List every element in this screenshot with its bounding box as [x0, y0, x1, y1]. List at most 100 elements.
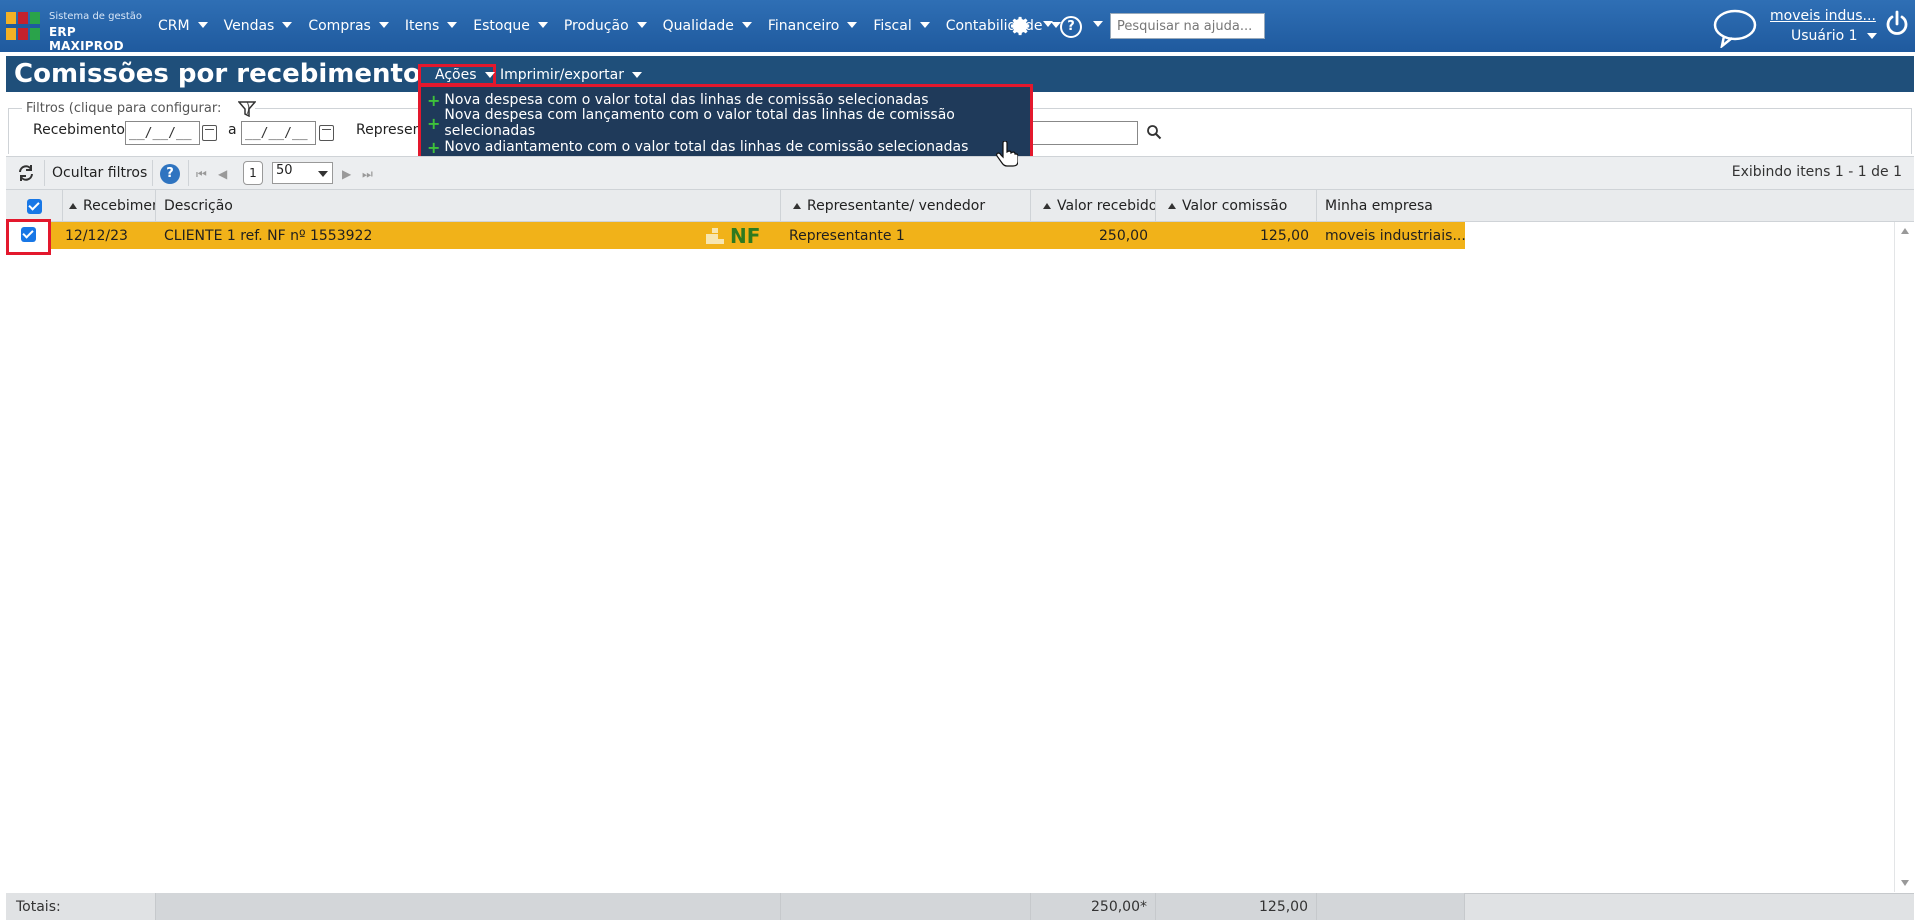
col-label: Representante/ vendedor	[807, 198, 986, 214]
top-navigation: Sistema de gestão ERP MAXIPROD CRM Venda…	[0, 0, 1915, 53]
menu-label: Fiscal	[873, 18, 912, 34]
chevron-down-icon[interactable]	[1093, 21, 1103, 27]
scroll-down-icon[interactable]	[1901, 880, 1909, 886]
col-valor-recebido[interactable]: Valor recebido	[1031, 190, 1156, 222]
acoes-button[interactable]: Ações	[418, 64, 496, 86]
menu-crm[interactable]: CRM	[158, 18, 208, 34]
company-link[interactable]: moveis indus...	[1770, 8, 1876, 24]
per-page-select[interactable]: 50	[272, 162, 333, 184]
totals-empty	[1317, 893, 1465, 920]
representante-filter-input[interactable]	[1030, 121, 1138, 145]
current-page-input[interactable]: 1	[243, 161, 263, 185]
chevron-down-icon[interactable]	[1043, 21, 1053, 27]
acoes-label: Ações	[435, 67, 477, 83]
user-menu[interactable]: Usuário 1	[1791, 28, 1877, 44]
menu-item-label: Novo adiantamento com o valor total das …	[444, 139, 969, 155]
acoes-dropdown-menu: + Nova despesa com o valor total das lin…	[418, 84, 1033, 166]
col-representante[interactable]: Representante/ vendedor	[781, 190, 1031, 222]
chevron-down-icon	[484, 72, 495, 78]
prev-page-icon[interactable]: ◀	[218, 167, 227, 181]
logo-mark-icon	[6, 12, 40, 40]
sort-up-icon	[1043, 203, 1051, 209]
cell-valor-comissao: 125,00	[1260, 227, 1309, 244]
menu-qualidade[interactable]: Qualidade	[663, 18, 752, 34]
menu-item-label: Nova despesa com lançamento com o valor …	[444, 107, 955, 139]
menu-vendas[interactable]: Vendas	[224, 18, 293, 34]
refresh-icon[interactable]	[16, 163, 36, 183]
cell-recebimento: 12/12/23	[65, 227, 128, 244]
menu-label: Estoque	[473, 18, 530, 34]
plus-icon: +	[427, 113, 441, 133]
vertical-scrollbar[interactable]	[1894, 222, 1914, 892]
row-checkbox[interactable]	[21, 227, 36, 242]
col-minha-empresa[interactable]: Minha empresa	[1317, 190, 1914, 222]
chevron-down-icon	[197, 22, 208, 28]
menu-financeiro[interactable]: Financeiro	[767, 18, 858, 34]
sort-up-icon	[69, 203, 77, 209]
menu-producao[interactable]: Produção	[564, 18, 647, 34]
menu-label: Vendas	[223, 18, 275, 34]
grid-help-icon[interactable]: ?	[160, 164, 180, 184]
boxes-icon[interactable]	[706, 228, 724, 244]
totals-valor-comissao: 125,00	[1156, 893, 1317, 920]
menu-label: Compras	[308, 18, 371, 34]
menu-fiscal[interactable]: Fiscal	[873, 18, 930, 34]
cell-descricao: CLIENTE 1 ref. NF nº 1553922	[164, 227, 373, 244]
chevron-down-icon	[1866, 33, 1877, 39]
nf-badge[interactable]: NF	[730, 224, 760, 248]
menu-estoque[interactable]: Estoque	[473, 18, 548, 34]
calendar-icon[interactable]	[202, 125, 217, 141]
col-recebimento[interactable]: Recebimen	[63, 190, 156, 222]
help-search-input[interactable]	[1110, 13, 1265, 39]
last-page-icon[interactable]: ⏭	[362, 167, 373, 182]
col-label: Descrição	[164, 198, 233, 214]
menu-item-novo-adiantamento[interactable]: + Novo adiantamento com o valor total da…	[427, 136, 968, 158]
chevron-down-icon	[631, 72, 642, 78]
scroll-up-icon[interactable]	[1901, 228, 1909, 234]
gear-icon[interactable]	[1010, 15, 1032, 37]
calendar-icon[interactable]	[319, 125, 334, 141]
cell-representante: Representante 1	[789, 227, 905, 244]
chevron-down-icon	[847, 22, 858, 28]
filters-legend[interactable]: Filtros (clique para configurar: )	[22, 101, 255, 116]
erp-logo[interactable]: Sistema de gestão ERP MAXIPROD	[6, 8, 146, 53]
col-descricao[interactable]: Descrição	[156, 190, 781, 222]
logo-title: ERP MAXIPROD	[49, 25, 124, 53]
items-count-text: Exibindo itens 1 - 1 de 1	[1731, 164, 1902, 180]
totals-label: Totais:	[6, 893, 156, 920]
help-icon[interactable]: ?	[1060, 16, 1082, 38]
cell-minha-empresa: moveis industriais...	[1325, 227, 1465, 244]
next-page-icon[interactable]: ▶	[342, 167, 351, 181]
chevron-down-icon	[919, 22, 930, 28]
col-label: Recebimen	[83, 198, 156, 214]
power-icon[interactable]	[1884, 10, 1910, 38]
plus-icon: +	[427, 137, 441, 157]
menu-label: Produção	[563, 18, 629, 34]
first-page-icon[interactable]: ⏮	[196, 167, 207, 182]
menu-compras[interactable]: Compras	[308, 18, 389, 34]
select-all-checkbox[interactable]	[26, 198, 42, 214]
recebimento-label: Recebimento	[33, 122, 125, 138]
search-icon[interactable]	[1146, 124, 1162, 140]
hand-cursor-icon	[996, 141, 1018, 167]
chat-icon[interactable]	[1712, 8, 1758, 48]
menu-label: Financeiro	[767, 18, 840, 34]
date-to-input[interactable]	[241, 121, 316, 145]
menu-label: CRM	[158, 18, 190, 34]
menu-item-nova-despesa-lancamento[interactable]: + Nova despesa com lançamento com o valo…	[427, 107, 1030, 139]
funnel-icon[interactable]	[238, 101, 256, 117]
hide-filters-label: Ocultar filtros	[52, 165, 148, 181]
sort-up-icon	[793, 203, 801, 209]
date-from-input[interactable]	[125, 121, 200, 145]
print-export-button[interactable]: Imprimir/exportar	[500, 67, 642, 83]
col-valor-comissao[interactable]: Valor comissão	[1156, 190, 1317, 222]
menu-itens[interactable]: Itens	[405, 18, 458, 34]
chevron-down-icon	[537, 22, 548, 28]
menu-item-label: Nova despesa com o valor total das linha…	[444, 92, 929, 108]
totals-valor-recebido: 250,00*	[1031, 893, 1156, 920]
col-label: Minha empresa	[1325, 198, 1433, 214]
representante-filter-label: Represent	[356, 122, 427, 138]
hide-filters-button[interactable]: Ocultar filtros	[52, 156, 147, 190]
user-name: Usuário 1	[1791, 28, 1858, 44]
col-label: Valor recebido	[1057, 198, 1156, 214]
